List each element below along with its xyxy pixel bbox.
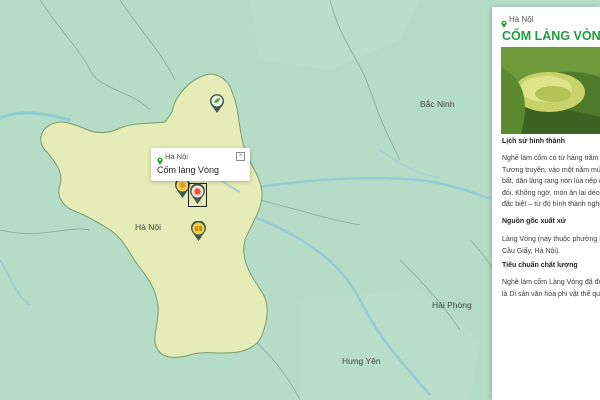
close-icon[interactable]: × <box>236 152 245 161</box>
section-text-quality: Nghề làm cốm Làng Vòng đã đư là Di sản v… <box>502 279 600 298</box>
popup-location: Hà Nội <box>165 152 188 161</box>
detail-panel: Hà Nội CỐM LÀNG VÒNG Lịch sử hình thành … <box>492 7 600 400</box>
place-label-hai-phong: Hải Phòng <box>432 300 472 310</box>
map-pin-leaf-icon[interactable] <box>209 94 225 119</box>
place-label-ha-noi: Hà Nội <box>135 222 161 232</box>
section-text-history: Nghề làm cốm có từ hàng trăm n Tương tru… <box>502 155 600 208</box>
section-title-origin: Nguồn gốc xuất xứ <box>502 218 566 225</box>
section-text-origin: Làng Vòng (nay thuộc phường Dị Cầu Giấy,… <box>502 236 600 255</box>
map-popup[interactable]: Hà Nội × Cốm làng Vòng <box>151 148 250 181</box>
popup-title[interactable]: Cốm làng Vòng <box>157 165 219 175</box>
place-label-bac-ninh: Bắc Ninh <box>420 99 455 109</box>
map-pin-selected-com-lang-vong-icon[interactable] <box>188 183 207 212</box>
com-lang-vong-photo <box>501 47 600 134</box>
map-pin-fruit-icon[interactable] <box>190 220 207 247</box>
panel-title: CỐM LÀNG VÒNG <box>502 29 600 43</box>
place-label-hung-yen: Hưng Yên <box>342 356 381 366</box>
section-title-quality: Tiêu chuẩn chất lượng <box>502 262 578 269</box>
panel-location: Hà Nội <box>509 15 534 24</box>
section-title-history: Lịch sử hình thành <box>502 138 566 145</box>
